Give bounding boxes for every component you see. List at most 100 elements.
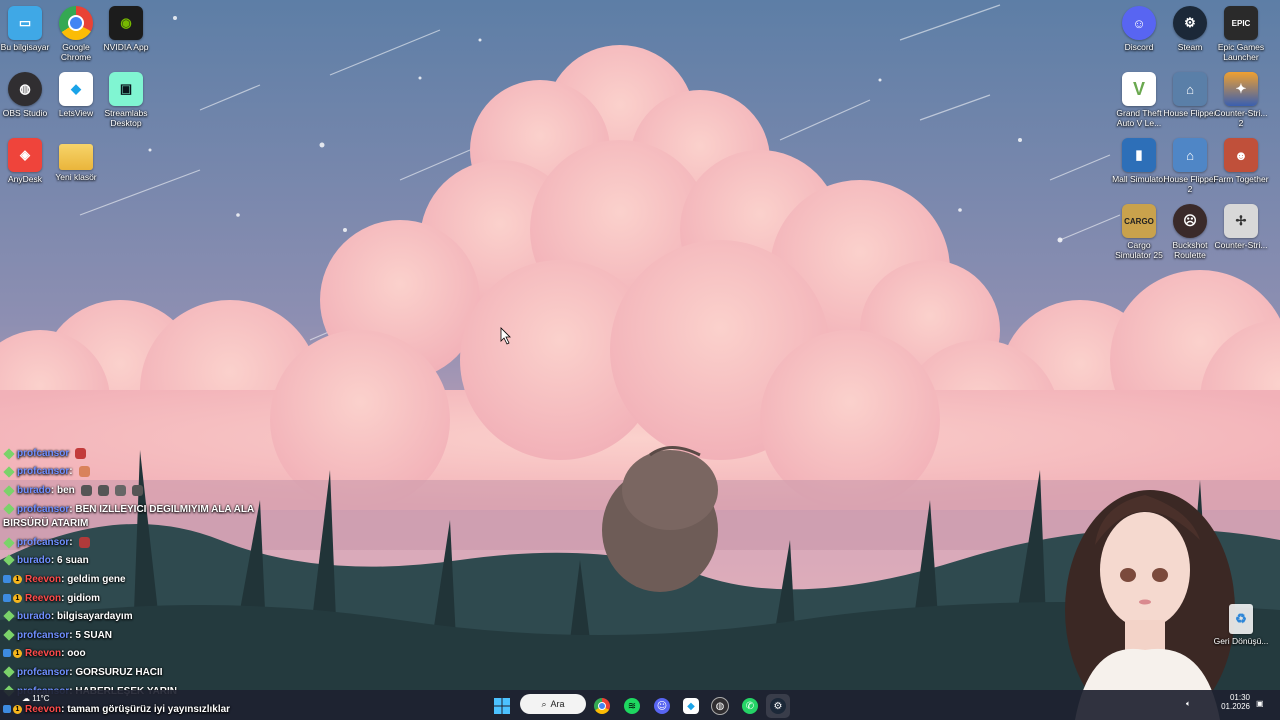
monitor-icon: ▭ [8, 6, 42, 40]
house-flipper-2-icon: ⌂ [1173, 138, 1207, 172]
desktop-icon-this-pc[interactable]: ▭ Bu bilgisayar [0, 6, 53, 52]
discord-taskbar-button[interactable]: ☺ [650, 694, 674, 718]
desktop-icon-streamlabs[interactable]: ▣ Streamlabs Desktop [98, 72, 154, 128]
subscriber-badge-icon [3, 484, 15, 497]
cargo-simulator-icon: CARGO [1122, 204, 1156, 238]
spotify-icon: ≋ [624, 698, 640, 714]
desktop-icon-nvidia[interactable]: ◉ NVIDIA App [98, 6, 154, 52]
chat-text: : geldim gene [61, 574, 126, 585]
chat-message: 1 Reevon: tamam görüşürüz iyi yayınsızlık… [3, 704, 230, 715]
start-button[interactable] [490, 694, 514, 718]
desktop-icon-chrome[interactable]: Google Chrome [48, 6, 104, 62]
desktop-icon-house-flipper-2[interactable]: ⌂ House Flipper 2 [1162, 138, 1218, 194]
subscriber-badge-icon [3, 536, 15, 549]
letsview-icon: ◆ [683, 698, 699, 714]
desktop-icon-counter-strike[interactable]: ✢ Counter-Stri... [1213, 204, 1269, 250]
folder-icon [59, 144, 93, 170]
chat-text: : ben [50, 485, 75, 497]
emote-icon [75, 448, 87, 459]
weather-temperature: 11°C [32, 694, 50, 703]
emote-icon [78, 537, 90, 548]
moderator-badge-icon [3, 649, 11, 658]
chat-message: profcansor: 5 SUAN [3, 629, 112, 642]
desktop-icon-cs2[interactable]: ✦ Counter-Stri... 2 [1213, 72, 1269, 128]
subscriber-badge-icon [3, 465, 15, 478]
whatsapp-taskbar-button[interactable]: ✆ [738, 694, 762, 718]
spotify-taskbar-button[interactable]: ≋ [620, 694, 644, 718]
chat-username: profcansor [17, 630, 70, 641]
chat-message-continuation: BIRSÜRÜ ATARIM [3, 518, 88, 529]
chat-username: Reevon [25, 648, 62, 659]
desktop-icon-cargo-simulator[interactable]: CARGO Cargo Simulator 25 [1111, 204, 1167, 260]
chat-text: : BEN IZLLEYICI DEGILMIYIM ALA ALA [69, 504, 255, 515]
subscriber-badge-icon [3, 666, 15, 679]
chat-message: profcansor: [3, 536, 90, 549]
farm-together-icon: ☻ [1224, 138, 1258, 172]
desktop-wallpaper [0, 0, 1280, 720]
anydesk-icon: ◈ [8, 138, 42, 172]
desktop-icon-discord[interactable]: ☺ Discord [1111, 6, 1167, 52]
desktop-icon-buckshot-roulette[interactable]: ☹ Buckshot Roulette [1162, 204, 1218, 260]
chat-username: profcansor [17, 537, 70, 549]
notification-icon[interactable]: ▣ [1256, 699, 1264, 708]
chat-text: : [69, 537, 73, 549]
desktop-icon-farm-together[interactable]: ☻ Farm Together [1213, 138, 1269, 184]
chat-text: : GORSURUZ HACII [69, 667, 163, 678]
steam-icon: ⚙ [770, 698, 786, 714]
steam-icon: ⚙ [1173, 6, 1207, 40]
chat-text: : ooo [61, 648, 86, 659]
windows-icon [494, 698, 510, 714]
discord-icon: ☺ [1122, 6, 1156, 40]
chat-text: : gidiom [61, 593, 101, 604]
desktop-icon-new-folder[interactable]: Yeni klasör [48, 138, 104, 182]
chat-username: profcansor [17, 504, 70, 515]
bits-badge-icon: 1 [13, 704, 22, 714]
chat-username: profcansor [17, 466, 70, 478]
epic-icon: EPIC [1224, 6, 1258, 40]
desktop-icon-steam[interactable]: ⚙ Steam [1162, 6, 1218, 52]
chat-username: burado [17, 555, 51, 566]
emote-icon [97, 485, 109, 496]
buckshot-roulette-icon: ☹ [1173, 204, 1207, 238]
bits-badge-icon: 1 [13, 593, 22, 603]
chat-username: Reevon [25, 704, 62, 715]
volume-icon[interactable]: 🔈︎ [1186, 699, 1191, 709]
desktop-icon-recycle-bin[interactable]: ♻ Geri Dönüşü... [1213, 604, 1269, 646]
desktop-icon-obs[interactable]: ◍ OBS Studio [0, 72, 53, 118]
subscriber-badge-icon [3, 629, 15, 642]
desktop-icon-house-flipper[interactable]: ⌂ House Flipper [1162, 72, 1218, 118]
desktop-icon-epic-games[interactable]: EPIC Epic Games Launcher [1213, 6, 1269, 62]
chat-username: profcansor [17, 448, 70, 460]
desktop-icon-letsview[interactable]: ◆ LetsView [48, 72, 104, 118]
chat-message: 1 Reevon: gidiom [3, 593, 100, 604]
chat-message: profcansor: BEN IZLLEYICI DEGILMIYIM ALA… [3, 503, 255, 516]
discord-icon: ☺ [654, 698, 670, 714]
obs-icon: ◍ [8, 72, 42, 106]
cs2-icon: ✦ [1224, 72, 1258, 106]
chat-text: : 6 suan [50, 555, 89, 566]
chrome-taskbar-button[interactable] [590, 694, 614, 718]
steam-taskbar-button[interactable]: ⚙ [766, 694, 790, 718]
desktop-icon-mall-simulator[interactable]: ▮ Mall Simulator [1111, 138, 1167, 184]
counter-strike-icon: ✢ [1224, 204, 1258, 238]
taskbar-search[interactable]: ⌕ Ara [520, 694, 586, 714]
chat-message: profcansor: GORSURUZ HACII [3, 666, 163, 679]
chat-text: : [69, 466, 73, 478]
moderator-badge-icon [3, 705, 11, 714]
chat-text: : bilgisayardayım [50, 611, 133, 622]
chrome-icon [59, 6, 93, 40]
chat-username: profcansor [17, 667, 70, 678]
clock[interactable]: 01:30 01.2026 [1210, 693, 1250, 711]
chat-message: profcansor [3, 447, 87, 460]
chat-username: burado [17, 485, 51, 497]
letsview-taskbar-button[interactable]: ◆ [679, 694, 703, 718]
streamlabs-icon: ▣ [109, 72, 143, 106]
desktop-icon-gta5[interactable]: V Grand Theft Auto V Le... [1111, 72, 1167, 128]
weather-widget[interactable]: ☁ 11°C [22, 694, 50, 703]
search-icon: ⌕ [541, 698, 547, 709]
subscriber-badge-icon [3, 447, 15, 460]
desktop-icon-anydesk[interactable]: ◈ AnyDesk [0, 138, 53, 184]
clock-date: 01.2026 [1221, 702, 1250, 711]
obs-icon: ◍ [711, 697, 729, 715]
obs-taskbar-button[interactable]: ◍ [708, 694, 732, 718]
